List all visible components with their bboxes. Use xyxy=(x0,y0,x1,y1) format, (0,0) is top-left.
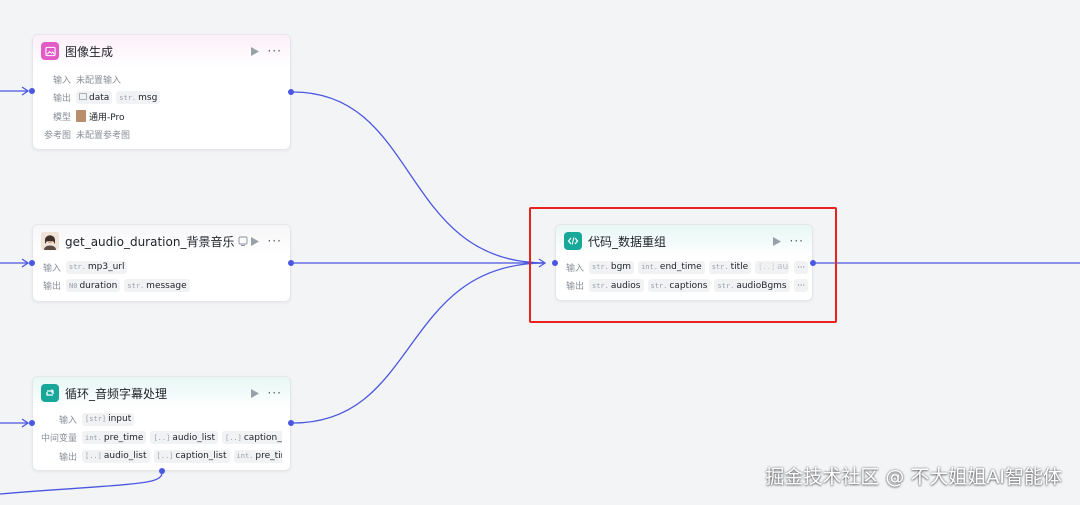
loop-icon xyxy=(41,384,59,402)
output-port[interactable] xyxy=(288,89,294,95)
play-icon[interactable] xyxy=(250,388,260,398)
output-tag: N0 duration xyxy=(66,279,121,293)
intermediate-row: 中间变量 int. pre_time [..] audio_list [..] … xyxy=(39,429,282,448)
variable-tag: int. pre_time xyxy=(82,431,147,445)
wire-image-to-code xyxy=(292,91,546,264)
wire-loop-bottom xyxy=(0,472,163,495)
watermark-text: 掘金技术社区 @ 不大姐姐AI智能体 xyxy=(765,466,1062,488)
input-port[interactable] xyxy=(29,88,35,94)
input-port[interactable] xyxy=(552,260,558,266)
node-loop-audio-captions[interactable]: 循环_音频字幕处理 ··· 输入 [str] input 中间变量 int. p… xyxy=(32,376,291,471)
reference-row: 参考图 未配置参考图 xyxy=(43,131,131,142)
node-header: get_audio_duration_背景音乐 ··· xyxy=(33,225,290,257)
plugin-badge-icon xyxy=(238,236,248,246)
input-port[interactable] xyxy=(29,420,35,426)
node-title: get_audio_duration_背景音乐 xyxy=(65,234,235,249)
more-options-icon[interactable]: ··· xyxy=(268,387,282,399)
model-row: 模型 通用-Pro xyxy=(41,107,282,126)
output-port[interactable] xyxy=(288,420,294,426)
output-tag: [..] audio_list xyxy=(82,449,150,463)
highlight-frame xyxy=(529,207,837,323)
node-title: 循环_音频字幕处理 xyxy=(65,386,168,401)
node-audio-duration[interactable]: get_audio_duration_背景音乐 ··· 输入 str. mp3_… xyxy=(32,224,291,302)
image-type-icon xyxy=(79,93,87,102)
input-tag: str. mp3_url xyxy=(66,260,128,274)
node-title: 图像生成 xyxy=(65,44,114,59)
more-options-icon[interactable]: ··· xyxy=(268,235,282,247)
output-row: 输出 data str. msg xyxy=(41,89,282,108)
input-tag: [str] input xyxy=(82,412,135,426)
input-port[interactable] xyxy=(29,260,35,266)
variable-tag: [..] caption_list xyxy=(221,431,282,445)
loop-body-port[interactable] xyxy=(159,468,165,474)
wire-loop-to-code xyxy=(292,262,546,424)
model-thumbnail-icon xyxy=(76,110,86,123)
workflow-canvas[interactable]: 图像生成 ··· 输入 未配置输入 输出 data str. msg 模型 通用… xyxy=(0,0,1080,505)
output-port[interactable] xyxy=(810,260,816,266)
input-row: 输入 未配置输入 xyxy=(52,75,122,86)
output-tag: data xyxy=(76,91,113,105)
input-row: 输入 [str] input xyxy=(39,410,282,429)
output-tag: [..] caption_list xyxy=(153,449,230,463)
avatar-icon xyxy=(41,232,59,250)
play-icon[interactable] xyxy=(250,46,260,56)
output-row: 输出 N0 duration str. message xyxy=(41,277,282,296)
output-tag: str. message xyxy=(124,279,190,293)
variable-tag: [..] audio_list xyxy=(150,431,218,445)
play-icon[interactable] xyxy=(250,236,260,246)
more-options-icon[interactable]: ··· xyxy=(268,45,282,57)
node-header: 循环_音频字幕处理 ··· xyxy=(33,377,290,409)
output-tag: int. pre_time xyxy=(233,449,282,463)
output-port[interactable] xyxy=(288,260,294,266)
input-row: 输入 str. mp3_url xyxy=(41,258,282,277)
image-icon xyxy=(41,42,59,60)
output-row: 输出 [..] audio_list [..] caption_list int… xyxy=(39,447,282,466)
node-header: 图像生成 ··· xyxy=(33,35,290,67)
output-tag: str. msg xyxy=(116,91,161,105)
node-image-generation[interactable]: 图像生成 ··· 输入 未配置输入 输出 data str. msg 模型 通用… xyxy=(32,34,291,150)
